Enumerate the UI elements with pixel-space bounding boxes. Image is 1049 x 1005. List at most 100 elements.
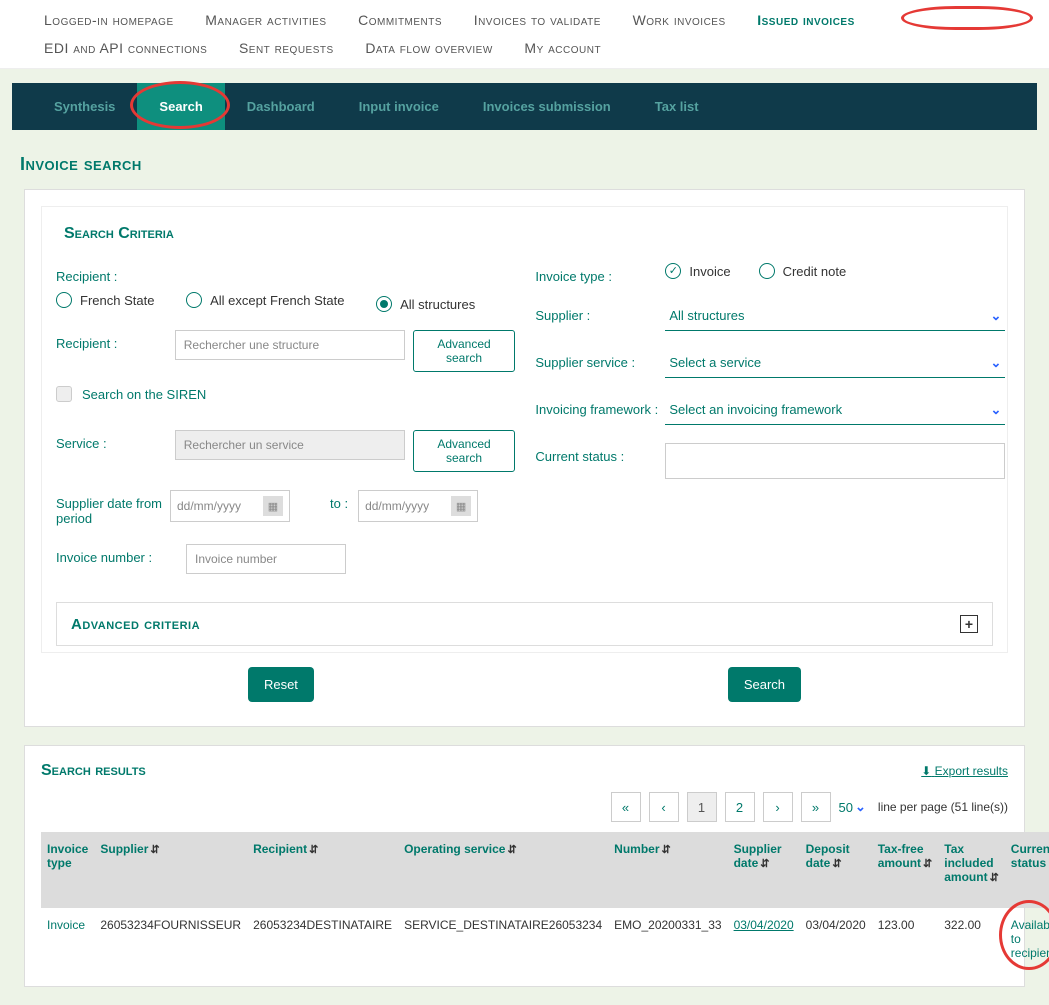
supplier-service-dropdown[interactable]: Select a service ⌄ xyxy=(665,349,1005,378)
per-page-select[interactable]: 50⌄ xyxy=(839,799,866,815)
nav-sent[interactable]: Sent requests xyxy=(225,34,348,62)
cell-invoice-type: Invoice xyxy=(41,908,94,970)
sort-icon: ⇵ xyxy=(309,844,318,856)
service-input[interactable] xyxy=(175,430,405,460)
criteria-panel: Search Criteria Recipient : French State… xyxy=(24,189,1025,727)
th-supplier[interactable]: Supplier⇵ xyxy=(94,832,247,908)
pager-page-2[interactable]: 2 xyxy=(725,792,755,822)
nav-validate[interactable]: Invoices to validate xyxy=(460,6,615,34)
download-icon: ⬇ xyxy=(921,764,931,778)
tab-taxlist[interactable]: Tax list xyxy=(633,83,721,130)
sort-icon: ⇵ xyxy=(990,872,999,884)
cell-recipient: 26053234DESTINATAIRE xyxy=(247,908,398,970)
tab-input[interactable]: Input invoice xyxy=(337,83,461,130)
to-label: to : xyxy=(290,490,358,511)
sort-icon: ⇵ xyxy=(507,844,516,856)
export-results[interactable]: ⬇ Export results xyxy=(921,764,1008,778)
th-number[interactable]: Number⇵ xyxy=(608,832,727,908)
th-recipient[interactable]: Recipient⇵ xyxy=(247,832,398,908)
sort-icon: ⇵ xyxy=(760,858,769,870)
th-operating-service[interactable]: Operating service⇵ xyxy=(398,832,608,908)
nav-logged-in[interactable]: Logged-in homepage xyxy=(30,6,188,34)
calendar-icon: ▦ xyxy=(263,496,283,516)
line-info: line per page (51 line(s)) xyxy=(878,800,1008,814)
sort-icon: ⇵ xyxy=(150,844,159,856)
chevron-down-icon: ⌄ xyxy=(990,402,1001,418)
date-to[interactable]: dd/mm/yyyy▦ xyxy=(358,490,478,522)
tab-synthesis[interactable]: Synthesis xyxy=(32,83,137,130)
pager-first[interactable]: « xyxy=(611,792,641,822)
sort-icon: ⇵ xyxy=(832,858,841,870)
nav-issued[interactable]: Issued invoices xyxy=(743,6,869,34)
chevron-down-icon: ⌄ xyxy=(990,355,1001,371)
radio-french-state[interactable]: French State xyxy=(56,292,154,308)
calendar-icon: ▦ xyxy=(451,496,471,516)
pager-last[interactable]: » xyxy=(801,792,831,822)
reset-button[interactable]: Reset xyxy=(248,667,314,702)
check-invoice[interactable]: Invoice xyxy=(665,263,730,279)
recipient-input[interactable] xyxy=(175,330,405,360)
pagination: « ‹ 1 2 › » 50⌄ line per page (51 line(s… xyxy=(41,792,1008,822)
date-label: Supplier date period xyxy=(56,490,136,526)
pager-next[interactable]: › xyxy=(763,792,793,822)
th-current-status[interactable]: Current status xyxy=(1005,832,1049,908)
tab-dashboard[interactable]: Dashboard xyxy=(225,83,337,130)
cell-operating-service: SERVICE_DESTINATAIRE26053234 xyxy=(398,908,608,970)
cell-deposit-date: 03/04/2020 xyxy=(800,908,872,970)
check-credit-note[interactable]: Credit note xyxy=(759,263,847,279)
cell-supplier: 26053234FOURNISSEUR xyxy=(94,908,247,970)
current-status-input[interactable] xyxy=(665,443,1005,479)
from-label: from xyxy=(136,490,170,511)
th-supplier-date[interactable]: Supplier date⇵ xyxy=(728,832,800,908)
tab-search[interactable]: Search xyxy=(137,83,224,130)
date-from[interactable]: dd/mm/yyyy▦ xyxy=(170,490,290,522)
current-status-label: Current status : xyxy=(535,443,665,464)
service-advanced-search[interactable]: Advanced search xyxy=(413,430,516,472)
nav-edi[interactable]: EDI and API connections xyxy=(30,34,221,62)
nav-dataflow[interactable]: Data flow overview xyxy=(351,34,506,62)
search-button[interactable]: Search xyxy=(728,667,801,702)
radio-all-structures[interactable]: All structures xyxy=(376,296,475,312)
tab-submission[interactable]: Invoices submission xyxy=(461,83,633,130)
pager-page-1[interactable]: 1 xyxy=(687,792,717,822)
results-panel: Search results ⬇ Export results « ‹ 1 2 … xyxy=(24,745,1025,987)
nav-manager[interactable]: Manager activities xyxy=(191,6,340,34)
results-title: Search results xyxy=(41,762,146,780)
th-invoice-type[interactable]: Invoice type xyxy=(41,832,94,908)
invoice-num-label: Invoice number : xyxy=(56,544,186,565)
nav-commitments[interactable]: Commitments xyxy=(344,6,456,34)
cell-tax-free: 123.00 xyxy=(872,908,939,970)
nav-work[interactable]: Work invoices xyxy=(619,6,740,34)
page-title: Invoice search xyxy=(0,130,1049,185)
cell-number: EMO_20200331_33 xyxy=(608,908,727,970)
framework-dropdown[interactable]: Select an invoicing framework ⌄ xyxy=(665,396,1005,425)
cell-current-status: Available to recipient xyxy=(1005,908,1049,970)
advanced-criteria-bar[interactable]: Advanced criteria + xyxy=(56,602,993,646)
invoice-type-label: Invoice type : xyxy=(535,263,665,284)
supplier-service-label: Supplier service : xyxy=(535,349,665,370)
criteria-title: Search Criteria xyxy=(64,225,993,243)
sub-nav: Synthesis Search Dashboard Input invoice… xyxy=(12,83,1037,130)
highlight-issued-invoices xyxy=(901,6,1033,30)
sort-icon: ⇵ xyxy=(923,858,932,870)
th-deposit-date[interactable]: Deposit date⇵ xyxy=(800,832,872,908)
sort-icon: ⇵ xyxy=(662,844,671,856)
th-tax-free[interactable]: Tax-free amount⇵ xyxy=(872,832,939,908)
recipient-advanced-search[interactable]: Advanced search xyxy=(413,330,516,372)
framework-label: Invoicing framework : xyxy=(535,396,665,417)
radio-except-french[interactable]: All except French State xyxy=(186,292,344,308)
table-row[interactable]: Invoice 26053234FOURNISSEUR 26053234DEST… xyxy=(41,908,1049,970)
supplier-dropdown[interactable]: All structures ⌄ xyxy=(665,302,1005,331)
recipient-label: Recipient : xyxy=(56,263,186,284)
service-label: Service : xyxy=(56,430,175,451)
chevron-down-icon: ⌄ xyxy=(990,308,1001,324)
siren-checkbox[interactable] xyxy=(56,386,72,402)
nav-account[interactable]: My account xyxy=(510,34,615,62)
supplier-label: Supplier : xyxy=(535,302,665,323)
cell-tax-included: 322.00 xyxy=(938,908,1005,970)
th-tax-included[interactable]: Tax included amount⇵ xyxy=(938,832,1005,908)
pager-prev[interactable]: ‹ xyxy=(649,792,679,822)
invoice-number-input[interactable] xyxy=(186,544,346,574)
siren-label: Search on the SIREN xyxy=(82,387,206,402)
cell-supplier-date[interactable]: 03/04/2020 xyxy=(728,908,800,970)
